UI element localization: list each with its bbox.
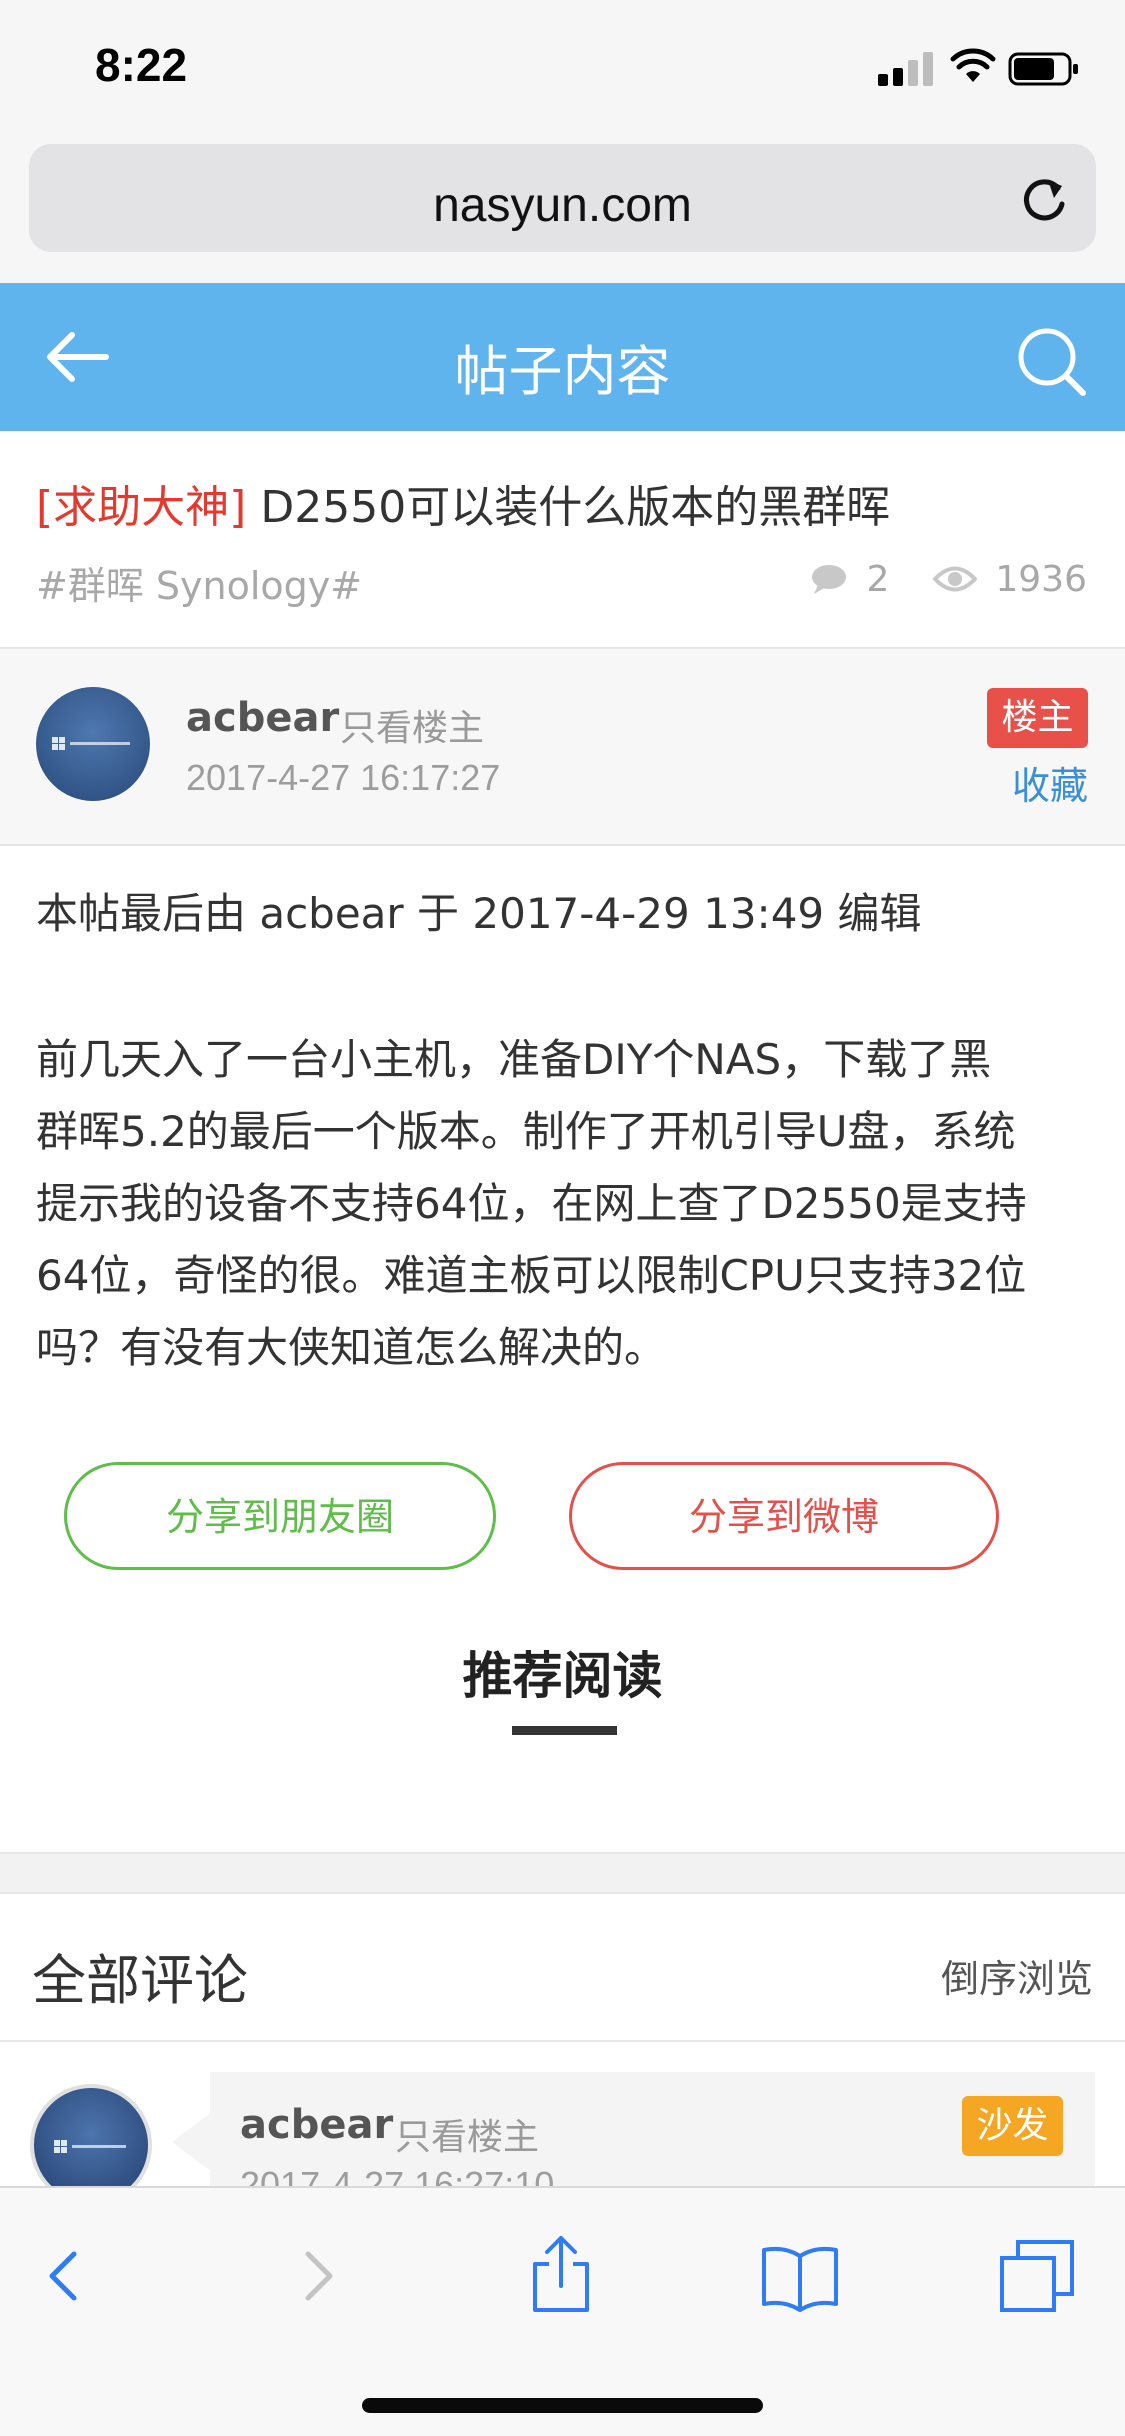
- reload-icon[interactable]: [1018, 174, 1070, 226]
- share-icon[interactable]: [521, 2234, 601, 2314]
- reverse-sort-button[interactable]: 倒序浏览: [941, 1948, 1093, 2003]
- comment-count: 2: [866, 558, 890, 600]
- home-indicator[interactable]: [362, 2398, 763, 2413]
- post-stats: 2 1936: [810, 557, 1087, 601]
- post-tag: [求助大神]: [36, 482, 247, 533]
- body-line: 吗？有没有大侠知道怎么解决的。: [36, 1323, 667, 1372]
- comments-title: 全部评论: [32, 1949, 248, 2012]
- body-line: 64位，奇怪的很。难道主板可以限制CPU只支持32位: [36, 1251, 1027, 1300]
- url-text[interactable]: nasyun.com: [29, 178, 1096, 233]
- chevron-left-icon[interactable]: [26, 2234, 106, 2314]
- app-header: 帖子内容: [0, 283, 1125, 431]
- avatar[interactable]: [36, 687, 150, 801]
- share-weibo-button[interactable]: 分享到微博: [569, 1462, 999, 1570]
- bookmarks-icon[interactable]: [760, 2234, 840, 2314]
- post-content: 本帖最后由 acbear 于 2017-4-29 13:49 编辑 前几天入了一…: [0, 846, 1125, 1852]
- tabs-icon[interactable]: [998, 2234, 1078, 2314]
- forum-tag[interactable]: #群晖 Synology#: [36, 555, 362, 610]
- only-op-link[interactable]: 只看楼主: [395, 2108, 539, 2160]
- favorite-button[interactable]: 收藏: [1012, 755, 1088, 810]
- sofa-badge: 沙发: [962, 2096, 1063, 2156]
- post-header: [求助大神] D2550可以装什么版本的黑群晖 #群晖 Synology# 2 …: [0, 431, 1125, 649]
- chevron-right-icon[interactable]: [276, 2234, 356, 2314]
- body-line: 群晖5.2的最后一个版本。制作了开机引导U盘，系统: [36, 1107, 1016, 1156]
- windows-logo-icon: [52, 737, 130, 750]
- body-line: 前几天入了一台小主机，准备DIY个NAS，下载了黑: [36, 1035, 992, 1084]
- wifi-icon: [950, 48, 996, 82]
- body-line: 提示我的设备不支持64位，在网上查了D2550是支持: [36, 1179, 1027, 1228]
- post-title-text: D2550可以装什么版本的黑群晖: [260, 482, 891, 533]
- search-icon[interactable]: [1015, 325, 1087, 397]
- post-title: [求助大神] D2550可以装什么版本的黑群晖: [36, 471, 890, 535]
- only-op-link[interactable]: 只看楼主: [340, 699, 484, 751]
- eye-icon: [933, 566, 978, 592]
- recommend-title: 推荐阅读: [462, 1647, 663, 1705]
- author-name[interactable]: acbear: [186, 695, 339, 741]
- post-time: 2017-4-27 16:17:27: [186, 757, 501, 798]
- cellular-signal-icon: [878, 50, 934, 86]
- browser-url-area: nasyun.com: [0, 135, 1125, 283]
- status-bar: 8:22: [0, 0, 1125, 135]
- author-block: acbear 只看楼主 2017-4-27 16:17:27 楼主 收藏: [0, 649, 1125, 846]
- comments-header: 全部评论 倒序浏览: [0, 1894, 1125, 2042]
- op-badge: 楼主: [987, 688, 1088, 748]
- section-divider: [0, 1852, 1125, 1894]
- page-title: 帖子内容: [454, 340, 671, 403]
- address-bar[interactable]: nasyun.com: [29, 144, 1096, 252]
- windows-logo-icon: [54, 2140, 126, 2153]
- share-wechat-button[interactable]: 分享到朋友圈: [64, 1462, 496, 1570]
- speech-bubble-icon: [812, 565, 847, 594]
- status-time: 8:22: [95, 39, 188, 91]
- view-count: 1936: [995, 558, 1087, 600]
- bubble-pointer: [172, 2112, 212, 2172]
- battery-icon: [1008, 52, 1078, 86]
- comment-author[interactable]: acbear: [240, 2102, 393, 2148]
- recommend-underline: [512, 1726, 617, 1735]
- edit-note: 本帖最后由 acbear 于 2017-4-29 13:49 编辑: [36, 889, 922, 938]
- post-body: 前几天入了一台小主机，准备DIY个NAS，下载了黑 群晖5.2的最后一个版本。制…: [36, 1024, 1096, 1384]
